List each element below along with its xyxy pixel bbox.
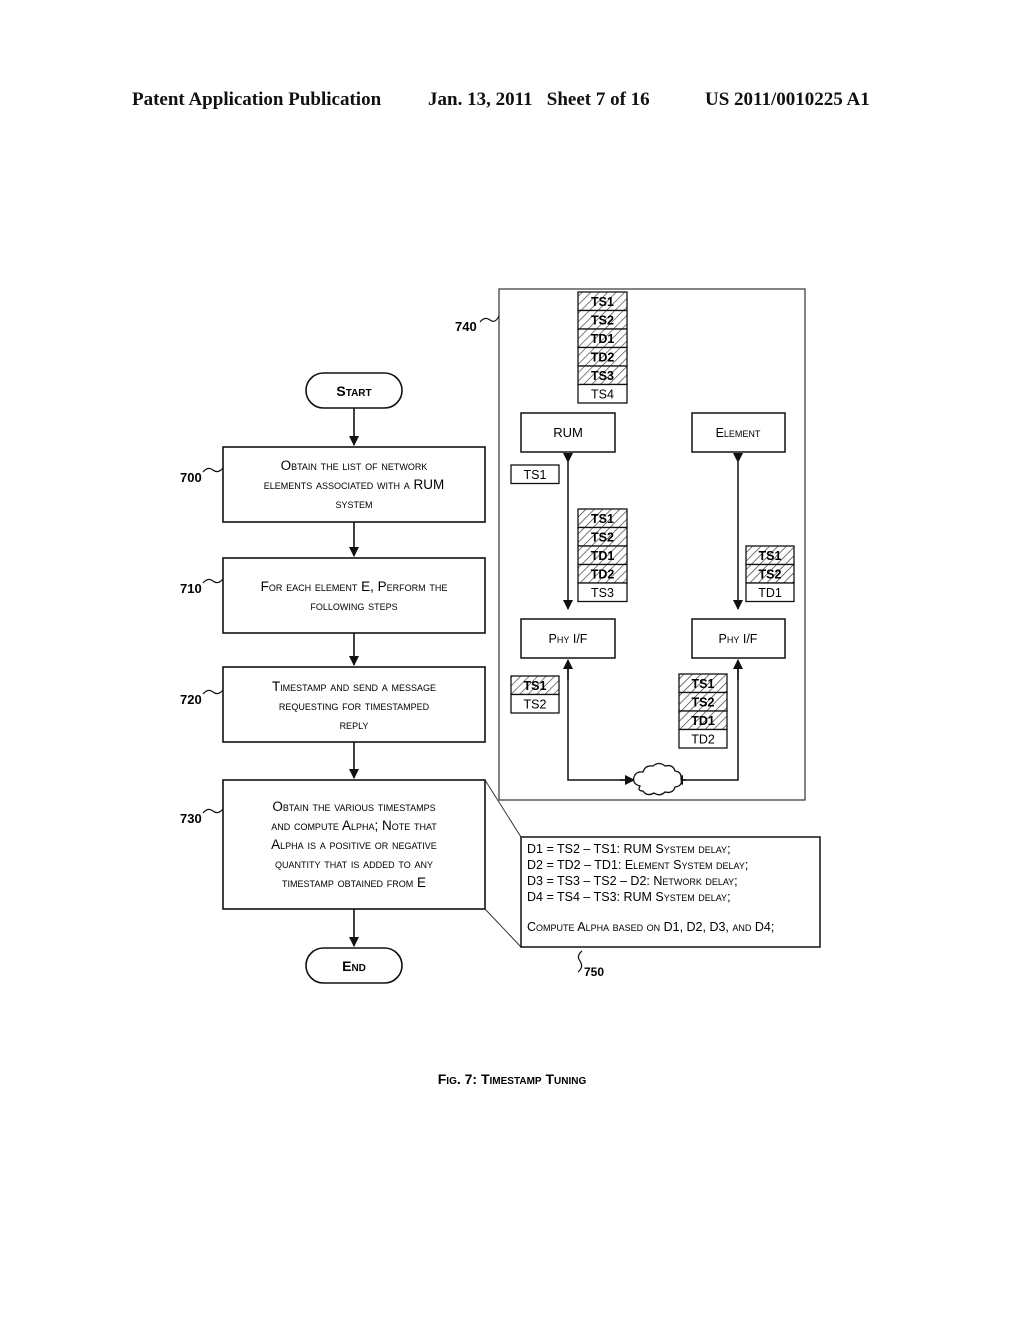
timestamp-label: TD1 (691, 714, 715, 728)
panel-750: D1 = TS2 – TS1: RUM System delay; D2 = T… (484, 779, 821, 979)
step-730-line: Alpha is a positive or negative (271, 837, 437, 852)
ref-740: 740 (455, 319, 477, 334)
step-720-line: requesting for timestamped (279, 698, 430, 713)
timestamp-label: TS1 (759, 549, 782, 563)
timestamp-label: TS3 (591, 369, 614, 383)
step-710-line: For each element E, Perform the (261, 579, 448, 594)
step-700-line: elements associated with a RUM (264, 477, 445, 492)
panel-740: 740 RUM Element Phy I/F Phy I/F TS1 TS2 TD… (455, 288, 806, 801)
step-700-line: Obtain the list of network (281, 458, 428, 473)
step-730-line: quantity that is added to any (275, 856, 433, 871)
ref-700: 700 (180, 470, 202, 485)
timestamp-label: TS1 (591, 295, 614, 309)
figure-7: Start End Obtain the list of network ele… (180, 288, 821, 1087)
end-label: End (342, 958, 366, 974)
timestamp-label: TD1 (591, 332, 615, 346)
leader-750 (577, 950, 583, 973)
flowchart: Start End Obtain the list of network ele… (180, 372, 486, 984)
callout-line-bottom (484, 908, 522, 948)
step-700-line: system (335, 496, 372, 511)
ref-720: 720 (180, 692, 202, 707)
timestamp-label: TS1 (524, 679, 547, 693)
formula-line: Compute Alpha based on D1, D2, D3, and D… (527, 920, 774, 934)
timestamp-label: TS2 (591, 530, 614, 544)
timestamp-label: TD2 (591, 567, 615, 581)
timestamp-label: TD1 (758, 586, 782, 600)
leader-720 (202, 689, 224, 695)
step-710-line: following steps (310, 598, 397, 613)
step-730-line: and compute Alpha; Note that (271, 818, 437, 833)
leader-730 (202, 808, 224, 814)
timestamp-label: TS4 (591, 387, 614, 401)
step-720-line: Timestamp and send a message (272, 679, 436, 694)
step-720-line: reply (340, 717, 369, 732)
timestamp-label: TD2 (691, 732, 715, 746)
timestamp-label: TS1 (692, 677, 715, 691)
ref-730: 730 (180, 811, 202, 826)
formula-line: D3 = TS3 – TS2 – D2: Network delay; (527, 874, 738, 888)
timestamp-label: TD1 (591, 549, 615, 563)
element-label: Element (716, 426, 761, 440)
timestamp-label: TS2 (759, 567, 782, 581)
ref-710: 710 (180, 581, 202, 596)
timestamp-label: TS2 (692, 695, 715, 709)
timestamp-label: TS1 (524, 468, 547, 482)
formula-line: D4 = TS4 – TS3: RUM System delay; (527, 890, 731, 904)
timestamp-label: TS3 (591, 586, 614, 600)
leader-740 (479, 315, 500, 323)
panel-740-frame (498, 288, 806, 801)
phy-right-label: Phy I/F (719, 632, 758, 646)
timestamp-label: TS2 (524, 697, 547, 711)
figure-caption: Fig. 7: Timestamp Tuning (438, 1071, 587, 1087)
start-label: Start (336, 383, 371, 399)
leader-710 (202, 578, 224, 584)
phy-left-label: Phy I/F (549, 632, 588, 646)
formula-line: D1 = TS2 – TS1: RUM System delay; (527, 842, 731, 856)
step-730-line: Obtain the various timestamps (272, 799, 435, 814)
timestamp-label: TS2 (591, 313, 614, 327)
rum-label: RUM (553, 425, 583, 440)
timestamp-label: TD2 (591, 350, 615, 364)
formula-line: D2 = TD2 – TD1: Element System delay; (527, 858, 748, 872)
leader-700 (202, 467, 224, 473)
step-710-box (222, 557, 486, 634)
ref-750: 750 (584, 965, 604, 979)
step-730-line: timestamp obtained from E (282, 875, 426, 890)
timestamp-label: TS1 (591, 512, 614, 526)
